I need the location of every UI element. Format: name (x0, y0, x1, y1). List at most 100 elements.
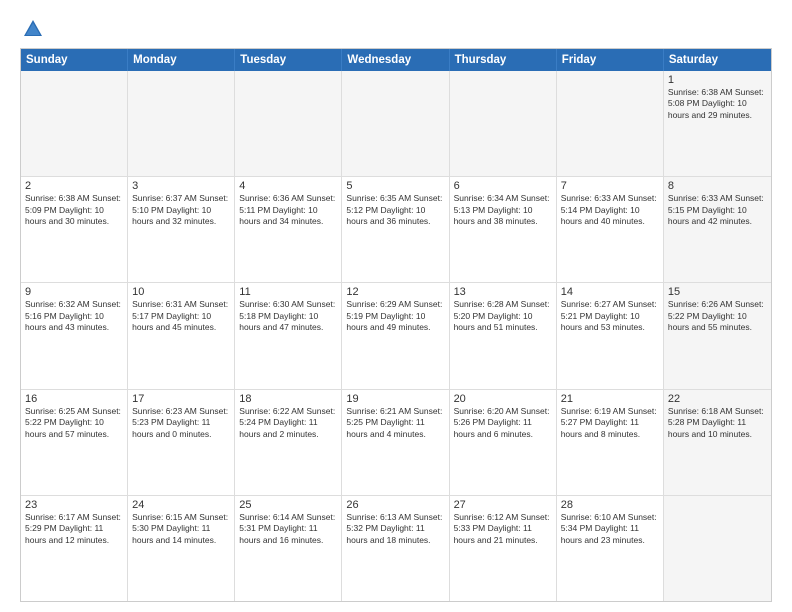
day-number: 17 (132, 393, 230, 405)
calendar-body: 1Sunrise: 6:38 AM Sunset: 5:08 PM Daylig… (21, 71, 771, 601)
cell-info: Sunrise: 6:13 AM Sunset: 5:32 PM Dayligh… (346, 512, 444, 546)
cell-info: Sunrise: 6:38 AM Sunset: 5:09 PM Dayligh… (25, 193, 123, 227)
calendar-cell: 23Sunrise: 6:17 AM Sunset: 5:29 PM Dayli… (21, 496, 128, 601)
day-number: 5 (346, 180, 444, 192)
day-number: 12 (346, 286, 444, 298)
cell-info: Sunrise: 6:23 AM Sunset: 5:23 PM Dayligh… (132, 406, 230, 440)
cell-info: Sunrise: 6:18 AM Sunset: 5:28 PM Dayligh… (668, 406, 767, 440)
cell-info: Sunrise: 6:19 AM Sunset: 5:27 PM Dayligh… (561, 406, 659, 440)
cell-info: Sunrise: 6:20 AM Sunset: 5:26 PM Dayligh… (454, 406, 552, 440)
header-day-tuesday: Tuesday (235, 49, 342, 71)
cell-info: Sunrise: 6:28 AM Sunset: 5:20 PM Dayligh… (454, 299, 552, 333)
cell-info: Sunrise: 6:29 AM Sunset: 5:19 PM Dayligh… (346, 299, 444, 333)
cell-info: Sunrise: 6:33 AM Sunset: 5:14 PM Dayligh… (561, 193, 659, 227)
cell-info: Sunrise: 6:33 AM Sunset: 5:15 PM Dayligh… (668, 193, 767, 227)
cell-info: Sunrise: 6:10 AM Sunset: 5:34 PM Dayligh… (561, 512, 659, 546)
calendar-row-4: 23Sunrise: 6:17 AM Sunset: 5:29 PM Dayli… (21, 495, 771, 601)
day-number: 16 (25, 393, 123, 405)
logo (20, 18, 46, 40)
day-number: 7 (561, 180, 659, 192)
day-number: 10 (132, 286, 230, 298)
header-day-wednesday: Wednesday (342, 49, 449, 71)
calendar-cell (128, 71, 235, 176)
calendar-cell: 5Sunrise: 6:35 AM Sunset: 5:12 PM Daylig… (342, 177, 449, 282)
day-number: 26 (346, 499, 444, 511)
header-day-thursday: Thursday (450, 49, 557, 71)
calendar-cell: 18Sunrise: 6:22 AM Sunset: 5:24 PM Dayli… (235, 390, 342, 495)
calendar-cell (450, 71, 557, 176)
calendar-cell: 4Sunrise: 6:36 AM Sunset: 5:11 PM Daylig… (235, 177, 342, 282)
cell-info: Sunrise: 6:34 AM Sunset: 5:13 PM Dayligh… (454, 193, 552, 227)
calendar-cell: 11Sunrise: 6:30 AM Sunset: 5:18 PM Dayli… (235, 283, 342, 388)
logo-icon (22, 18, 44, 40)
header-day-sunday: Sunday (21, 49, 128, 71)
cell-info: Sunrise: 6:37 AM Sunset: 5:10 PM Dayligh… (132, 193, 230, 227)
day-number: 23 (25, 499, 123, 511)
calendar-row-1: 2Sunrise: 6:38 AM Sunset: 5:09 PM Daylig… (21, 176, 771, 282)
header (20, 18, 772, 40)
calendar-cell: 21Sunrise: 6:19 AM Sunset: 5:27 PM Dayli… (557, 390, 664, 495)
day-number: 1 (668, 74, 767, 86)
calendar-header: SundayMondayTuesdayWednesdayThursdayFrid… (21, 49, 771, 71)
cell-info: Sunrise: 6:25 AM Sunset: 5:22 PM Dayligh… (25, 406, 123, 440)
calendar-cell (342, 71, 449, 176)
calendar-cell: 1Sunrise: 6:38 AM Sunset: 5:08 PM Daylig… (664, 71, 771, 176)
day-number: 8 (668, 180, 767, 192)
day-number: 22 (668, 393, 767, 405)
calendar-cell: 10Sunrise: 6:31 AM Sunset: 5:17 PM Dayli… (128, 283, 235, 388)
calendar-cell (235, 71, 342, 176)
calendar-cell: 25Sunrise: 6:14 AM Sunset: 5:31 PM Dayli… (235, 496, 342, 601)
cell-info: Sunrise: 6:35 AM Sunset: 5:12 PM Dayligh… (346, 193, 444, 227)
day-number: 4 (239, 180, 337, 192)
calendar-cell: 3Sunrise: 6:37 AM Sunset: 5:10 PM Daylig… (128, 177, 235, 282)
header-day-monday: Monday (128, 49, 235, 71)
calendar-cell (557, 71, 664, 176)
cell-info: Sunrise: 6:26 AM Sunset: 5:22 PM Dayligh… (668, 299, 767, 333)
day-number: 18 (239, 393, 337, 405)
cell-info: Sunrise: 6:31 AM Sunset: 5:17 PM Dayligh… (132, 299, 230, 333)
cell-info: Sunrise: 6:38 AM Sunset: 5:08 PM Dayligh… (668, 87, 767, 121)
day-number: 19 (346, 393, 444, 405)
header-day-friday: Friday (557, 49, 664, 71)
cell-info: Sunrise: 6:36 AM Sunset: 5:11 PM Dayligh… (239, 193, 337, 227)
calendar-cell (21, 71, 128, 176)
cell-info: Sunrise: 6:32 AM Sunset: 5:16 PM Dayligh… (25, 299, 123, 333)
cell-info: Sunrise: 6:15 AM Sunset: 5:30 PM Dayligh… (132, 512, 230, 546)
calendar-cell: 14Sunrise: 6:27 AM Sunset: 5:21 PM Dayli… (557, 283, 664, 388)
calendar-cell: 7Sunrise: 6:33 AM Sunset: 5:14 PM Daylig… (557, 177, 664, 282)
calendar-cell: 24Sunrise: 6:15 AM Sunset: 5:30 PM Dayli… (128, 496, 235, 601)
cell-info: Sunrise: 6:30 AM Sunset: 5:18 PM Dayligh… (239, 299, 337, 333)
day-number: 15 (668, 286, 767, 298)
day-number: 25 (239, 499, 337, 511)
calendar-cell: 13Sunrise: 6:28 AM Sunset: 5:20 PM Dayli… (450, 283, 557, 388)
calendar-row-0: 1Sunrise: 6:38 AM Sunset: 5:08 PM Daylig… (21, 71, 771, 176)
day-number: 27 (454, 499, 552, 511)
cell-info: Sunrise: 6:14 AM Sunset: 5:31 PM Dayligh… (239, 512, 337, 546)
day-number: 20 (454, 393, 552, 405)
day-number: 24 (132, 499, 230, 511)
day-number: 14 (561, 286, 659, 298)
calendar-cell: 19Sunrise: 6:21 AM Sunset: 5:25 PM Dayli… (342, 390, 449, 495)
calendar-cell: 17Sunrise: 6:23 AM Sunset: 5:23 PM Dayli… (128, 390, 235, 495)
cell-info: Sunrise: 6:27 AM Sunset: 5:21 PM Dayligh… (561, 299, 659, 333)
calendar-cell: 15Sunrise: 6:26 AM Sunset: 5:22 PM Dayli… (664, 283, 771, 388)
calendar: SundayMondayTuesdayWednesdayThursdayFrid… (20, 48, 772, 602)
calendar-cell: 8Sunrise: 6:33 AM Sunset: 5:15 PM Daylig… (664, 177, 771, 282)
day-number: 13 (454, 286, 552, 298)
calendar-cell: 26Sunrise: 6:13 AM Sunset: 5:32 PM Dayli… (342, 496, 449, 601)
cell-info: Sunrise: 6:17 AM Sunset: 5:29 PM Dayligh… (25, 512, 123, 546)
calendar-cell: 2Sunrise: 6:38 AM Sunset: 5:09 PM Daylig… (21, 177, 128, 282)
calendar-cell: 22Sunrise: 6:18 AM Sunset: 5:28 PM Dayli… (664, 390, 771, 495)
calendar-cell: 20Sunrise: 6:20 AM Sunset: 5:26 PM Dayli… (450, 390, 557, 495)
cell-info: Sunrise: 6:22 AM Sunset: 5:24 PM Dayligh… (239, 406, 337, 440)
cell-info: Sunrise: 6:12 AM Sunset: 5:33 PM Dayligh… (454, 512, 552, 546)
calendar-cell: 12Sunrise: 6:29 AM Sunset: 5:19 PM Dayli… (342, 283, 449, 388)
calendar-row-2: 9Sunrise: 6:32 AM Sunset: 5:16 PM Daylig… (21, 282, 771, 388)
day-number: 6 (454, 180, 552, 192)
day-number: 28 (561, 499, 659, 511)
header-day-saturday: Saturday (664, 49, 771, 71)
day-number: 2 (25, 180, 123, 192)
day-number: 11 (239, 286, 337, 298)
page: SundayMondayTuesdayWednesdayThursdayFrid… (0, 0, 792, 612)
calendar-cell: 9Sunrise: 6:32 AM Sunset: 5:16 PM Daylig… (21, 283, 128, 388)
